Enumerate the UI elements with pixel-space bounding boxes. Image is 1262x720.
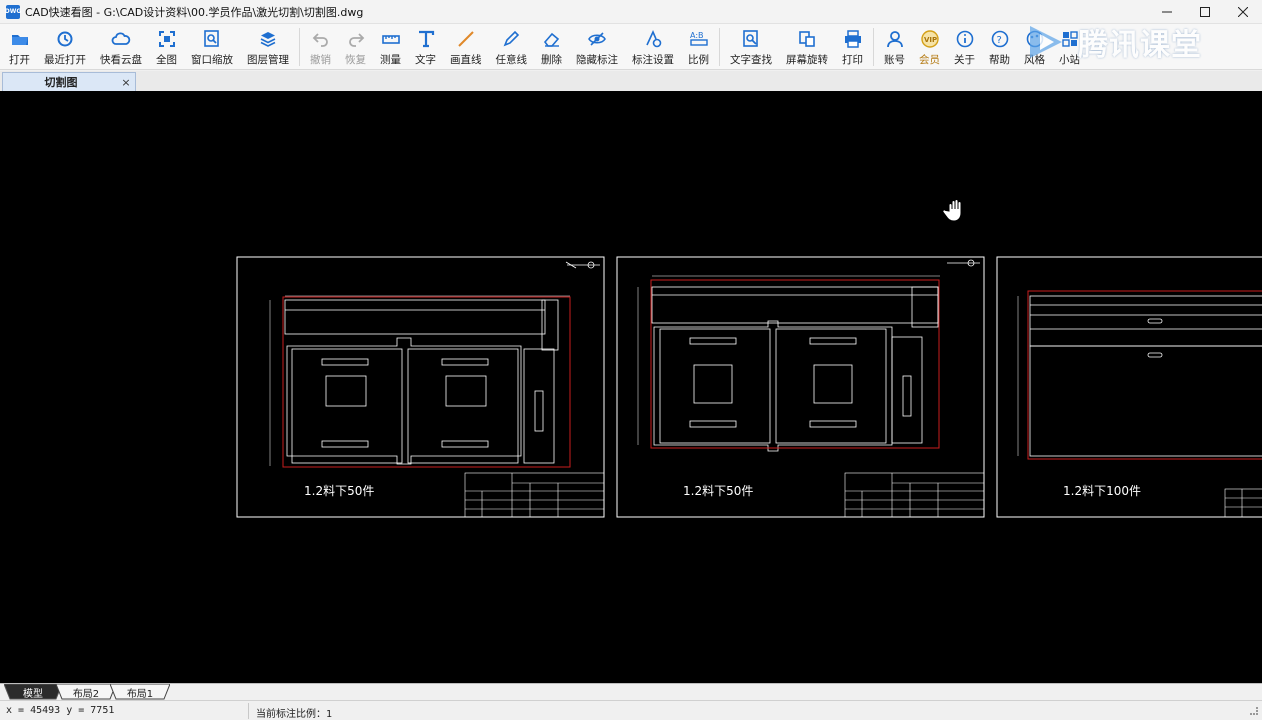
document-tab[interactable]: 切割图 ×: [2, 72, 136, 91]
text-button[interactable]: 文字: [408, 24, 443, 68]
cloud-icon: [111, 32, 131, 45]
about-button[interactable]: 关于: [947, 24, 982, 68]
close-icon: [1238, 7, 1248, 17]
undo-button[interactable]: 撤销: [303, 24, 338, 68]
play-logo-icon: [1030, 26, 1062, 58]
toolbar-divider: [299, 28, 300, 66]
info-icon: [956, 30, 973, 48]
sheet-1-note: 1.2料下50件: [304, 484, 374, 498]
scale-icon: A:B: [690, 31, 708, 46]
pencil-icon: [503, 30, 520, 47]
sheet-2-note: 1.2料下50件: [683, 484, 753, 498]
user-icon: [886, 31, 903, 48]
sheet-2: 1.2料下50件: [616, 256, 985, 518]
tab-layout1[interactable]: 布局1: [110, 684, 170, 700]
layout-tab-bar: 模型 布局2 布局1: [0, 683, 1262, 700]
resize-grip-icon[interactable]: [1250, 707, 1258, 715]
recent-button[interactable]: 最近打开: [37, 24, 93, 68]
measure-button[interactable]: 测量: [373, 24, 408, 68]
redo-icon: [348, 33, 364, 47]
maximize-icon: [1200, 7, 1210, 17]
cad-viewer-window: DWG CAD快速看图 - G:\CAD设计资料\00.学员作品\激光切割\切割…: [0, 0, 1262, 720]
sheet-3-note: 1.2料下100件: [1063, 484, 1141, 498]
full-view-icon: [158, 31, 175, 47]
history-icon: [57, 31, 73, 47]
dim-settings-icon: [646, 30, 662, 48]
rotate-icon: [799, 31, 815, 47]
app-logo-icon: DWG: [5, 4, 21, 19]
text-search-icon: [743, 30, 758, 47]
full-view-button[interactable]: 全图: [149, 24, 184, 68]
help-button[interactable]: ? 帮助: [982, 24, 1017, 68]
account-button[interactable]: 账号: [877, 24, 912, 68]
delete-button[interactable]: 删除: [534, 24, 569, 68]
window-zoom-button[interactable]: 窗口缩放: [184, 24, 240, 68]
eraser-icon: [543, 32, 559, 47]
window-zoom-icon: [204, 30, 219, 47]
text-search-button[interactable]: 文字查找: [723, 24, 779, 68]
tencent-classroom-watermark: 腾讯课堂: [1022, 20, 1202, 64]
toolbar-divider: [719, 28, 720, 66]
cursor-coordinates: x = 45493 y = 7751: [6, 705, 115, 716]
tab-layout2[interactable]: 布局2: [56, 684, 116, 700]
svg-text:?: ?: [996, 35, 1001, 46]
ruler-icon: [381, 35, 400, 44]
annotation-scale: 当前标注比例：1: [256, 709, 333, 720]
open-button[interactable]: 打开: [2, 24, 37, 68]
close-window-button[interactable]: [1224, 0, 1262, 24]
eye-hidden-icon: [588, 32, 606, 46]
freehand-button[interactable]: 任意线: [489, 24, 535, 68]
tab-model[interactable]: 模型: [4, 684, 62, 700]
rotate-screen-button[interactable]: 屏幕旋转: [779, 24, 835, 68]
sheet-3: 1.2料下100件: [996, 256, 1262, 518]
pan-hand-cursor-icon: [942, 199, 962, 222]
undo-icon: [312, 33, 328, 47]
close-tab-button[interactable]: ×: [119, 76, 133, 89]
sheet-1: 1.2料下50件: [236, 256, 605, 518]
redo-button[interactable]: 恢复: [338, 24, 373, 68]
vip-badge-icon: VIP: [920, 30, 939, 48]
line-tool-icon: [458, 31, 474, 47]
status-bar: x = 45493 y = 7751 当前标注比例：1: [0, 700, 1262, 720]
layer-manager-button[interactable]: 图层管理: [240, 24, 296, 68]
cloud-button[interactable]: 快看云盘: [93, 24, 149, 68]
folder-icon: [11, 35, 28, 45]
cad-drawing: 1.2料下50件 1.2料下50件 1.2料下100件: [236, 256, 1262, 518]
dim-settings-button[interactable]: 标注设置: [625, 24, 681, 68]
status-divider: [248, 703, 249, 719]
member-button[interactable]: VIP 会员: [912, 24, 947, 68]
svg-text:VIP: VIP: [924, 36, 937, 44]
drawing-canvas[interactable]: 1.2料下50件 1.2料下50件 1.2料下100件: [0, 91, 1262, 683]
print-button[interactable]: 打印: [835, 24, 870, 68]
layers-icon: [260, 32, 276, 47]
toolbar-divider: [873, 28, 874, 66]
help-icon: ?: [991, 30, 1008, 48]
document-tab-bar: 切割图 ×: [0, 71, 1262, 91]
line-button[interactable]: 画直线: [443, 24, 489, 68]
text-tool-icon: [418, 30, 434, 48]
window-title: CAD快速看图 - G:\CAD设计资料\00.学员作品\激光切割\切割图.dw…: [25, 5, 364, 19]
svg-text:A:B: A:B: [690, 31, 704, 40]
hide-dims-button[interactable]: 隐藏标注: [569, 24, 625, 68]
minimize-icon: [1162, 11, 1172, 13]
scale-button[interactable]: A:B 比例: [681, 24, 716, 68]
printer-icon: [844, 30, 861, 48]
